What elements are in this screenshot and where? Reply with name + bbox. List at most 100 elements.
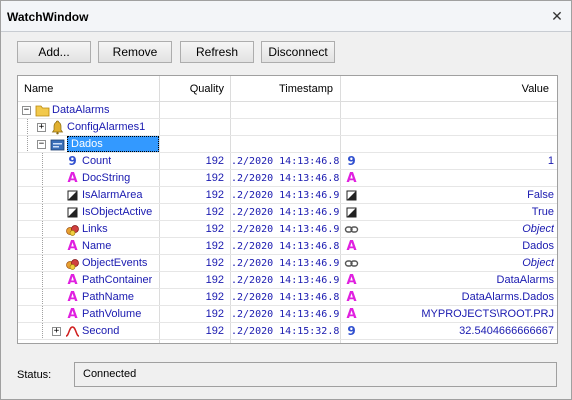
row-value: DataAlarms.Dados	[461, 291, 554, 303]
tree-guide	[27, 119, 28, 136]
row-name: Name	[82, 240, 112, 252]
integer-icon: 9	[68, 154, 77, 168]
collapse-icon[interactable]: −	[37, 140, 46, 149]
tree-guide	[42, 238, 43, 255]
table-row[interactable]: − DataAlarms	[18, 102, 557, 119]
close-icon[interactable]: ✕	[549, 8, 565, 24]
row-value	[363, 102, 554, 119]
row-timestamp: .2/2020 14:13:46.897	[231, 173, 339, 184]
value-integer-icon: 9	[347, 154, 356, 168]
row-name: Links	[82, 223, 108, 235]
value-string-icon: A	[346, 273, 357, 288]
bell-icon	[50, 120, 65, 135]
string-icon: A	[67, 307, 78, 322]
add-button[interactable]: Add...	[17, 41, 91, 63]
value-string-icon: A	[346, 171, 357, 186]
grid-header: Name Quality Timestamp Value	[18, 76, 557, 102]
boolean-icon	[65, 205, 80, 220]
collapse-icon[interactable]: −	[22, 106, 31, 115]
tree-guide	[42, 204, 43, 221]
table-row[interactable]: A DocString 192 .2/2020 14:13:46.897 A	[18, 170, 557, 187]
disconnect-button[interactable]: Disconnect	[261, 41, 335, 63]
table-row[interactable]: Links 192 .2/2020 14:13:46.900 Object	[18, 221, 557, 238]
row-value: Dados	[522, 240, 554, 252]
row-value: False	[527, 189, 554, 201]
row-quality: 192	[205, 291, 224, 303]
row-name: PathVolume	[82, 308, 142, 320]
row-name: IsObjectActive	[82, 206, 153, 218]
row-value: Object	[522, 223, 554, 235]
row-timestamp: .2/2020 14:13:46.902	[231, 258, 339, 269]
data-object-icon	[50, 137, 65, 152]
row-timestamp: .2/2020 14:13:46.906	[231, 207, 339, 218]
boolean-icon	[65, 188, 80, 203]
string-icon: A	[67, 239, 78, 254]
row-timestamp: .2/2020 14:13:46.899	[231, 292, 339, 303]
row-quality: 192	[205, 274, 224, 286]
tag-curve-icon	[65, 324, 80, 339]
column-header-quality[interactable]: Quality	[160, 76, 224, 102]
column-header-value[interactable]: Value	[341, 76, 549, 102]
tree-guide	[42, 187, 43, 204]
row-name: Second	[82, 325, 120, 337]
remove-button[interactable]: Remove	[98, 41, 172, 63]
value-link-icon	[344, 256, 359, 271]
row-timestamp: .2/2020 14:13:46.898	[231, 156, 339, 167]
tree-guide	[42, 221, 43, 238]
string-icon: A	[67, 171, 78, 186]
tree-guide	[42, 323, 43, 340]
column-header-name[interactable]: Name	[24, 76, 53, 102]
watch-window: WatchWindow ✕ Add... Remove Refresh Disc…	[0, 0, 572, 400]
row-quality: 192	[205, 257, 224, 269]
table-row[interactable]: A Name 192 .2/2020 14:13:46.896 A Dados	[18, 238, 557, 255]
table-row[interactable]: + Second 192 .2/2020 14:15:32.881 9 32.540466…	[18, 323, 557, 340]
value-integer-icon: 9	[347, 324, 356, 338]
table-row[interactable]: 9 Count 192 .2/2020 14:13:46.898 9 1	[18, 153, 557, 170]
expand-icon[interactable]: +	[37, 123, 46, 132]
table-row[interactable]: + ConfigAlarmes1	[18, 119, 557, 136]
tree-guide	[42, 289, 43, 306]
row-timestamp	[231, 136, 339, 153]
value-string-icon: A	[346, 307, 357, 322]
row-quality	[160, 119, 224, 136]
table-row[interactable]: A PathVolume 192 .2/2020 14:13:46.903 A MYPRO…	[18, 306, 557, 323]
row-timestamp: .2/2020 14:13:46.900	[231, 224, 339, 235]
row-name: PathContainer	[82, 274, 153, 286]
title-bar: WatchWindow ✕	[1, 1, 571, 32]
folder-icon	[35, 103, 50, 118]
table-row[interactable]: A PathContainer 192 .2/2020 14:13:46.904 A Da…	[18, 272, 557, 289]
status-label: Status:	[17, 369, 52, 381]
table-row[interactable]: A PathName 192 .2/2020 14:13:46.899 A DataAla…	[18, 289, 557, 306]
row-timestamp: .2/2020 14:13:46.903	[231, 309, 339, 320]
expand-icon[interactable]: +	[52, 327, 61, 336]
status-value: Connected	[83, 368, 137, 380]
row-quality: 192	[205, 223, 224, 235]
row-timestamp	[231, 102, 339, 119]
value-link-icon	[344, 222, 359, 237]
window-title: WatchWindow	[7, 10, 89, 24]
string-icon: A	[67, 273, 78, 288]
row-timestamp	[231, 119, 339, 136]
column-header-timestamp[interactable]: Timestamp	[231, 76, 333, 102]
refresh-button[interactable]: Refresh	[180, 41, 254, 63]
row-timestamp: .2/2020 14:13:46.904	[231, 275, 339, 286]
row-value: 1	[547, 155, 554, 167]
row-value: Object	[522, 257, 554, 269]
tree-guide	[42, 255, 43, 272]
row-divider	[18, 339, 557, 340]
row-name: Dados	[67, 136, 159, 152]
row-timestamp: .2/2020 14:15:32.881	[231, 326, 339, 337]
row-value: MYPROJECTS\ROOT.PRJ	[421, 308, 554, 320]
string-icon: A	[67, 290, 78, 305]
row-quality	[160, 136, 224, 153]
watch-grid[interactable]: Name Quality Timestamp Value − DataAlarms…	[17, 75, 558, 344]
row-name: PathName	[82, 291, 134, 303]
table-row[interactable]: IsObjectActive 192 .2/2020 14:13:46.906 Tru…	[18, 204, 557, 221]
table-row[interactable]: − Dados	[18, 136, 557, 153]
row-quality: 192	[205, 308, 224, 320]
row-quality: 192	[205, 172, 224, 184]
table-row[interactable]: IsAlarmArea 192 .2/2020 14:13:46.905 False	[18, 187, 557, 204]
table-row[interactable]: ObjectEvents 192 .2/2020 14:13:46.902 Objec…	[18, 255, 557, 272]
row-quality: 192	[205, 189, 224, 201]
value-string-icon: A	[346, 239, 357, 254]
